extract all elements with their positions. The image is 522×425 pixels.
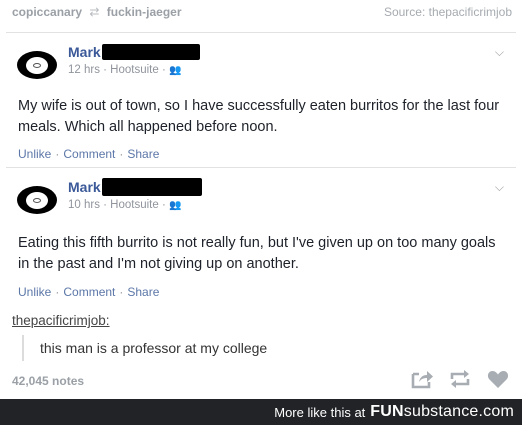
comment-link[interactable]: Comment	[63, 147, 115, 161]
post-meta-text: 12 hrs · Hootsuite ·	[68, 64, 166, 76]
reblog-from-user[interactable]: copiccanary	[12, 5, 82, 19]
heart-icon[interactable]	[486, 368, 510, 390]
share-link[interactable]: Share	[127, 147, 159, 161]
post-meta: 10 hrs · Hootsuite · 👥	[68, 199, 181, 211]
reblog-icon[interactable]	[448, 368, 472, 390]
post-actions: Unlike · Comment · Share	[18, 147, 160, 161]
post-text: Eating this fifth burrito is not really …	[18, 235, 496, 272]
chevron-down-icon[interactable]: ⌵	[495, 45, 504, 60]
footer-text: More like this at	[274, 404, 366, 420]
facebook-post: Mark 10 hrs · Hootsuite · 👥 ⌵ Eating thi…	[6, 167, 516, 302]
funsubstance-logo: FUNsubstance.com	[370, 403, 514, 421]
avatar[interactable]	[17, 51, 57, 79]
brand-rest: substance.com	[403, 403, 514, 420]
reblog-to-user[interactable]: fuckin-jaeger	[107, 5, 182, 19]
author-name[interactable]: Mark	[68, 179, 101, 195]
share-link[interactable]: Share	[127, 285, 159, 299]
share-icon[interactable]	[410, 368, 434, 390]
friends-icon: 👥	[169, 200, 182, 211]
brand-bold: FUN	[370, 403, 404, 420]
post-meta: 12 hrs · Hootsuite · 👥	[68, 64, 181, 76]
post-meta-text: 10 hrs · Hootsuite ·	[68, 199, 166, 211]
unlike-link[interactable]: Unlike	[18, 285, 51, 299]
reply-username[interactable]: thepacificrimjob:	[12, 313, 110, 328]
chevron-down-icon[interactable]: ⌵	[495, 180, 504, 195]
comment-link[interactable]: Comment	[63, 285, 115, 299]
watermark-footer: More like this at FUNsubstance.com	[0, 399, 522, 425]
redacted-surname	[101, 44, 200, 60]
redacted-surname	[101, 178, 202, 196]
post-text: My wife is out of town, so I have succes…	[18, 98, 500, 135]
notes-count[interactable]: 42,045 notes	[12, 374, 84, 388]
author-row: Mark	[68, 42, 200, 62]
facebook-post: Mark 12 hrs · Hootsuite · 👥 ⌵ My wife is…	[6, 32, 516, 162]
post-actions: Unlike · Comment · Share	[18, 285, 160, 299]
reblog-icon: ⇄	[89, 5, 100, 19]
avatar[interactable]	[17, 186, 57, 214]
source-link[interactable]: Source: thepacificrimjob	[384, 5, 512, 19]
author-row: Mark	[68, 177, 202, 197]
author-name[interactable]: Mark	[68, 44, 101, 60]
unlike-link[interactable]: Unlike	[18, 147, 51, 161]
reblog-header: copiccanary ⇄ fuckin-jaeger Source: thep…	[12, 5, 512, 21]
post-controls	[410, 368, 510, 390]
friends-icon: 👥	[169, 65, 182, 76]
reply-quote: this man is a professor at my college	[22, 335, 267, 361]
